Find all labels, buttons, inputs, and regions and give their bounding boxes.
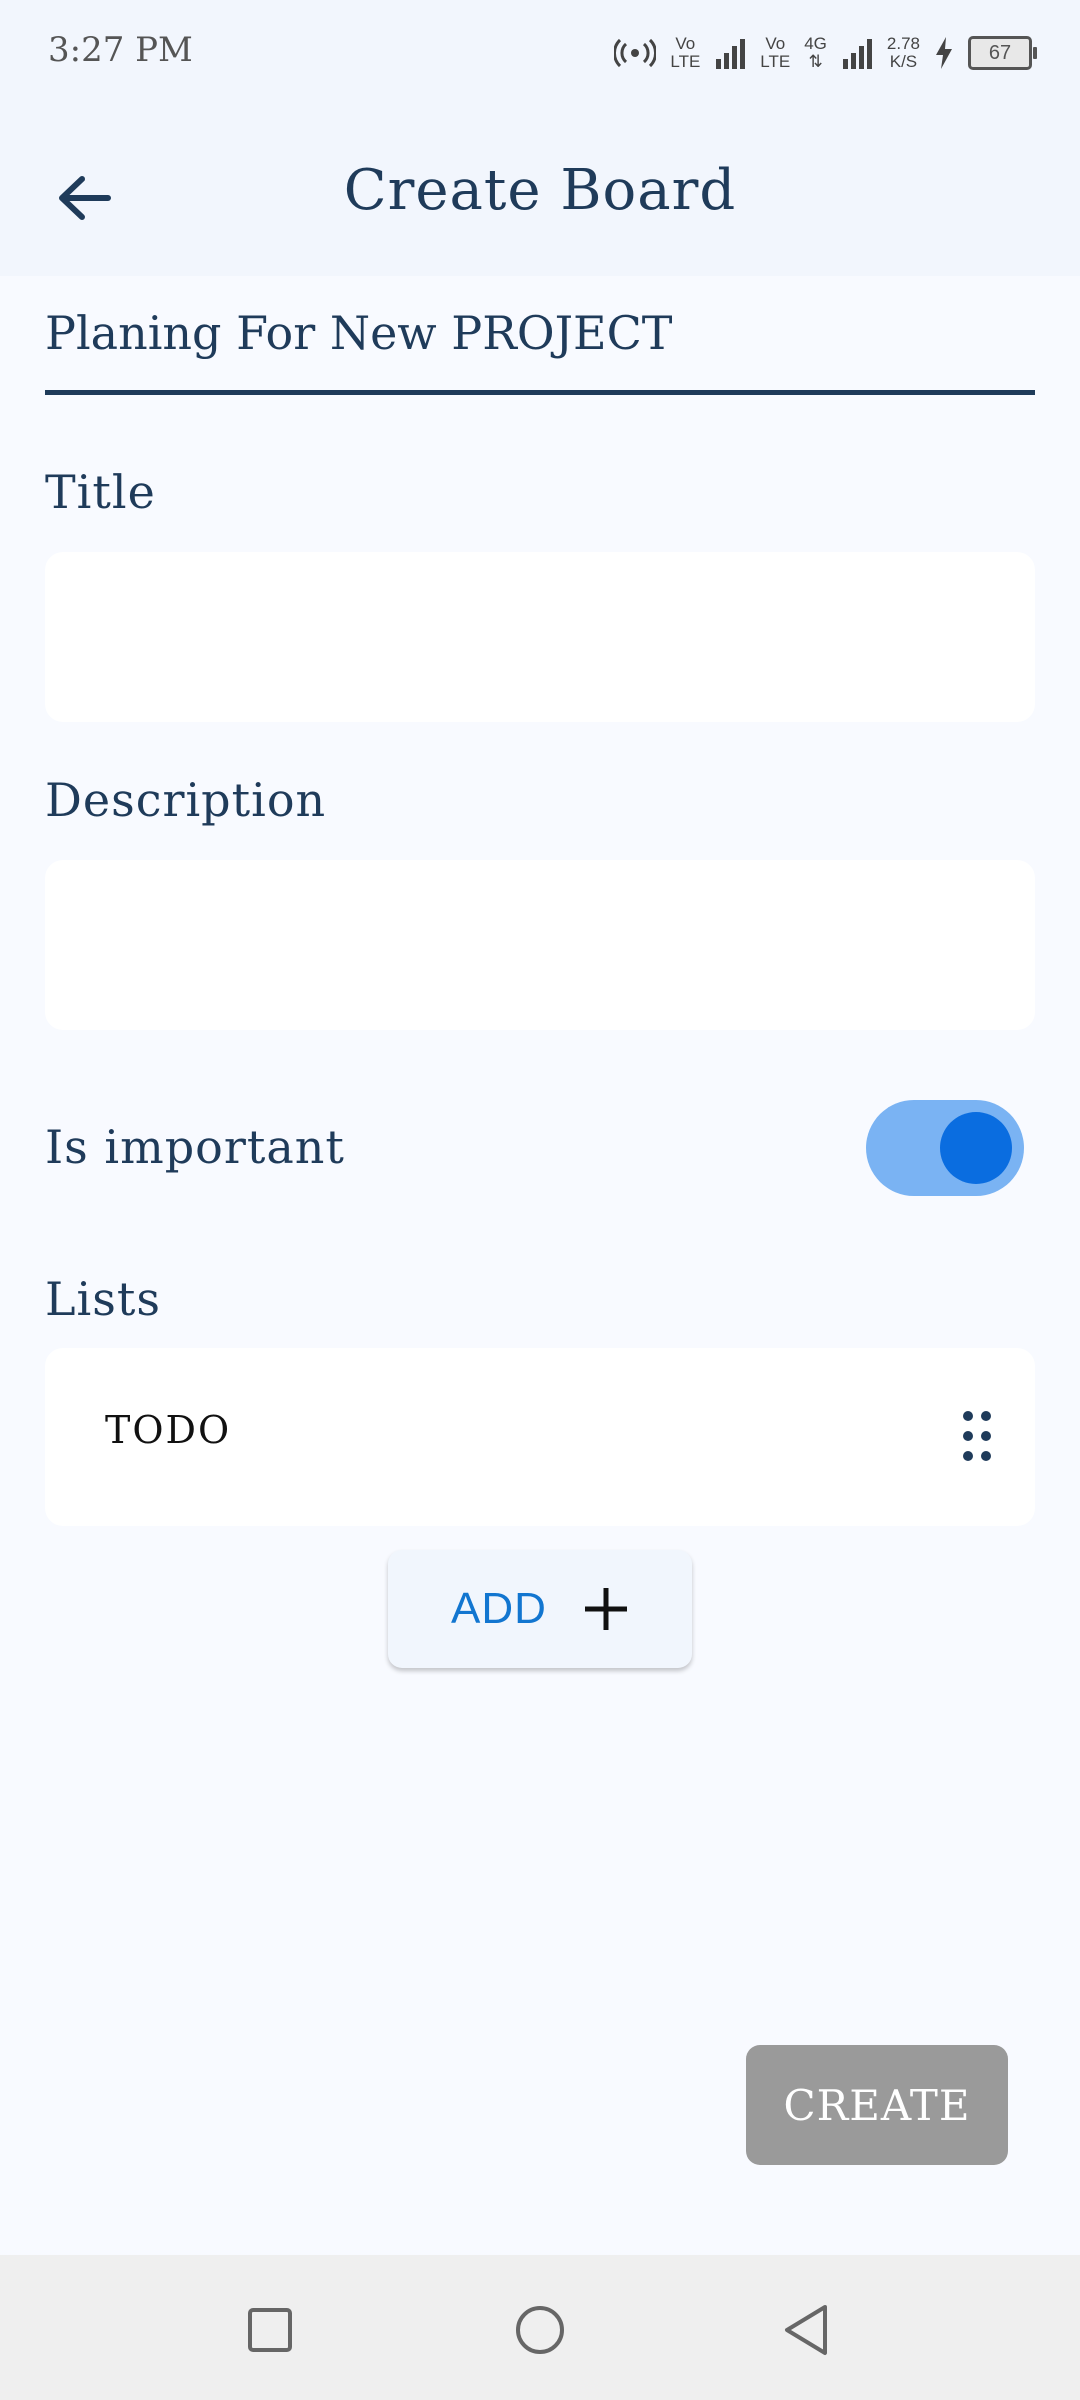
home-button[interactable] [500,2295,580,2365]
recents-button[interactable] [230,2295,310,2365]
signal-icon-1 [714,37,746,69]
status-time: 3:27 PM [48,30,193,70]
important-label: Is important [45,1120,345,1174]
status-icons: Vo LTE Vo LTE 4G ⇅ 2.78 K/S 67 [614,28,1037,78]
page-title: Create Board [343,158,737,223]
toggle-knob [940,1112,1012,1184]
triangle-back-icon [785,2305,827,2355]
drag-handle-icon[interactable] [961,1410,993,1462]
list-item-label: TODO [105,1408,232,1452]
board-name-input[interactable]: Planing For New PROJECT [45,300,1035,395]
description-input[interactable] [45,860,1035,1030]
charging-icon [934,37,954,69]
important-toggle[interactable] [866,1100,1024,1196]
add-button-label: ADD [451,1584,547,1633]
plus-icon [584,1588,627,1630]
app-bar: Create Board [0,110,1080,276]
status-bar: 3:27 PM Vo LTE Vo LTE 4G ⇅ 2.78 K/S 67 [0,0,1080,110]
title-label: Title [45,465,156,519]
volte-icon-1: Vo LTE [670,34,701,71]
data-speed: 2.78 K/S [886,34,920,71]
title-input[interactable] [45,552,1035,722]
signal-icon-2 [841,37,873,69]
battery-icon: 67 [968,36,1037,70]
hotspot-icon [614,38,657,68]
network-type: 4G ⇅ [804,34,827,71]
volte-icon-2: Vo LTE [760,34,791,71]
back-nav-button[interactable] [766,2295,846,2365]
create-button[interactable]: CREATE [746,2045,1008,2165]
circle-icon [516,2306,564,2354]
list-item[interactable]: TODO [45,1348,1035,1526]
description-label: Description [45,773,327,827]
system-nav-bar [0,2255,1080,2400]
add-list-button[interactable]: ADD [388,1550,692,1668]
lists-label: Lists [45,1272,161,1326]
square-icon [248,2308,292,2352]
